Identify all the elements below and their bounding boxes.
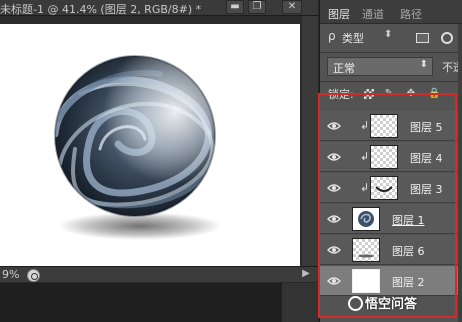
layer-name[interactable]: 图层 2 [392,274,425,290]
lower-workspace-divider [282,283,318,322]
layer-name[interactable]: 图层 1 [392,212,425,228]
document-title: 未标题-1 @ 41.4% (图层 2, RGB/8#) * [0,3,202,16]
swirl-sphere-artwork [54,55,222,240]
blend-mode-value: 正常 [333,62,355,75]
layer-thumbnail [352,238,380,262]
clipping-mask-icon: ↲ [360,150,370,163]
status-menu-arrow-icon[interactable]: ▶ [296,268,316,282]
vertical-scrollbar[interactable] [302,16,318,266]
visibility-eye-icon[interactable] [327,182,341,194]
layer-row-5[interactable]: ↲ 图层 5 [320,111,462,141]
canvas[interactable] [0,24,300,276]
layer-row-4[interactable]: ↲ 图层 4 [320,142,462,172]
layer-row-2[interactable]: 图层 2 [320,266,462,296]
lock-label: 锁定: [328,88,354,101]
layer-name[interactable]: 图层 4 [410,150,443,166]
clipping-mask-icon: ↲ [360,181,370,194]
layer-thumbnail [352,269,380,293]
tab-channels[interactable]: 通道 [362,6,384,22]
tab-layers[interactable]: 图层 [328,6,350,22]
layer-thumbnail [370,114,398,138]
minimize-button[interactable]: ▬ [226,0,244,14]
filter-kind-arrows-icon[interactable]: ⬍ [384,29,392,40]
blend-mode-arrows-icon: ⬍ [419,59,428,70]
tab-paths[interactable]: 路径 [400,6,422,22]
layer-name[interactable]: 图层 6 [392,243,425,259]
blend-mode-select[interactable]: 正常 ⬍ [327,57,433,76]
visibility-eye-icon[interactable] [327,120,341,132]
maximize-button[interactable]: ❐ [248,0,266,14]
status-bar: 9% ▶ [0,266,318,282]
visibility-eye-icon[interactable] [327,275,341,287]
layer-row-3[interactable]: ↲ 图层 3 [320,173,462,203]
layer-name[interactable]: 图层 3 [410,181,443,197]
layer-thumbnail [370,176,398,200]
panel-scrollbar[interactable] [458,24,462,322]
visibility-eye-icon[interactable] [327,213,341,225]
lock-image-pixels-icon[interactable]: ✎ [384,89,394,99]
layers-panel: 图层 通道 路径 ρ 类型 ⬍ 正常 ⬍ 不透 锁定: ✎ ✥ 🔒 ↲ 图层 5… [319,0,462,322]
canvas-area[interactable] [0,16,318,276]
filter-adjustment-layer-icon[interactable] [441,32,453,44]
watermark-text: 悟空问答 [365,297,418,312]
filter-pixel-layer-icon[interactable] [416,33,429,43]
visibility-eye-icon[interactable] [327,244,341,256]
lock-transparent-pixels-icon[interactable] [364,89,374,99]
visibility-eye-icon[interactable] [327,151,341,163]
close-button[interactable]: ✕ [282,0,302,14]
watermark: 悟空问答 [348,293,418,317]
panel-tab-bar: 图层 通道 路径 [320,0,462,24]
lock-position-icon[interactable]: ✥ [406,89,416,99]
lower-workspace [0,283,318,322]
doc-info-icon[interactable] [27,269,40,282]
filter-search-icon: ρ [328,29,336,43]
lock-all-icon[interactable]: 🔒 [428,89,440,99]
wukong-logo-icon [348,296,363,311]
filter-kind-select[interactable]: 类型 [342,30,364,46]
layer-row-1[interactable]: 图层 1 [320,204,462,234]
divider [320,52,462,53]
divider [320,81,462,82]
layer-thumbnail [352,207,380,231]
zoom-level[interactable]: 9% [2,268,19,281]
clipping-mask-icon: ↲ [360,119,370,132]
document-tab[interactable]: 未标题-1 @ 41.4% (图层 2, RGB/8#) * [0,0,318,16]
layer-row-6[interactable]: 图层 6 [320,235,462,265]
layer-thumbnail [370,145,398,169]
layer-filter-bar: ρ 类型 ⬍ [320,24,462,52]
layer-list: ↲ 图层 5 ↲ 图层 4 ↲ 图层 3 图层 1 图层 6 图层 2 [320,101,462,322]
layer-name[interactable]: 图层 5 [410,119,443,135]
